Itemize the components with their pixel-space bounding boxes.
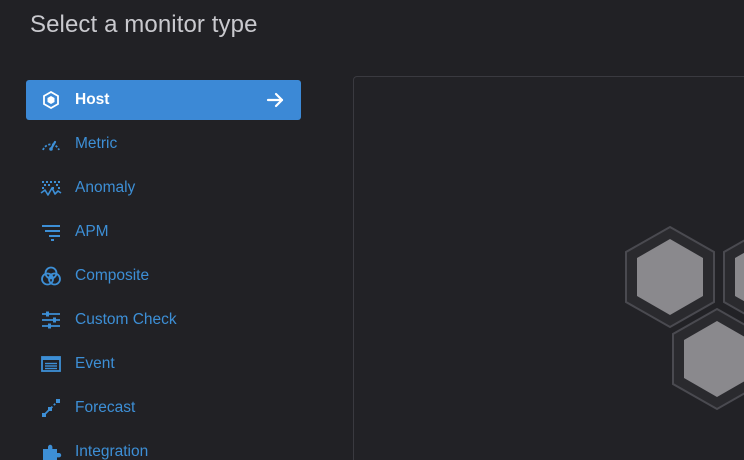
menu-item-custom-check[interactable]: Custom Check — [26, 300, 301, 340]
menu-item-label: Composite — [75, 267, 150, 284]
menu-item-metric[interactable]: Metric — [26, 124, 301, 164]
menu-item-label: APM — [75, 223, 109, 240]
page-title: Select a monitor type — [30, 11, 258, 38]
composite-icon — [40, 266, 62, 286]
hexagon-icon — [40, 90, 62, 110]
menu-item-anomaly[interactable]: Anomaly — [26, 168, 301, 208]
monitor-preview-panel — [353, 76, 744, 460]
menu-item-label: Host — [75, 91, 110, 108]
menu-item-label: Event — [75, 355, 115, 372]
anomaly-icon — [40, 178, 62, 198]
menu-item-host[interactable]: Host — [26, 80, 301, 120]
menu-item-label: Custom Check — [75, 311, 177, 328]
monitor-type-page: Select a monitor type Host Metric Anomal… — [0, 0, 744, 460]
hexagon-shape — [672, 307, 744, 411]
menu-item-label: Metric — [75, 135, 118, 152]
gauge-icon — [40, 134, 62, 154]
menu-item-integration[interactable]: Integration — [26, 432, 301, 460]
host-hexagons-illustration — [625, 225, 744, 411]
event-icon — [40, 354, 62, 374]
menu-item-label: Integration — [75, 443, 149, 460]
monitor-type-menu: Host Metric Anomaly APM Composite Custom… — [26, 80, 301, 460]
hexagon-shape — [723, 239, 744, 315]
sliders-icon — [40, 310, 62, 330]
arrow-right-icon — [266, 91, 286, 109]
menu-item-forecast[interactable]: Forecast — [26, 388, 301, 428]
apm-icon — [40, 222, 62, 242]
menu-item-apm[interactable]: APM — [26, 212, 301, 252]
menu-item-composite[interactable]: Composite — [26, 256, 301, 296]
puzzle-icon — [40, 442, 62, 460]
menu-item-event[interactable]: Event — [26, 344, 301, 384]
hexagon-shape — [625, 225, 715, 329]
menu-item-label: Anomaly — [75, 179, 136, 196]
forecast-icon — [40, 398, 62, 418]
menu-item-label: Forecast — [75, 399, 136, 416]
